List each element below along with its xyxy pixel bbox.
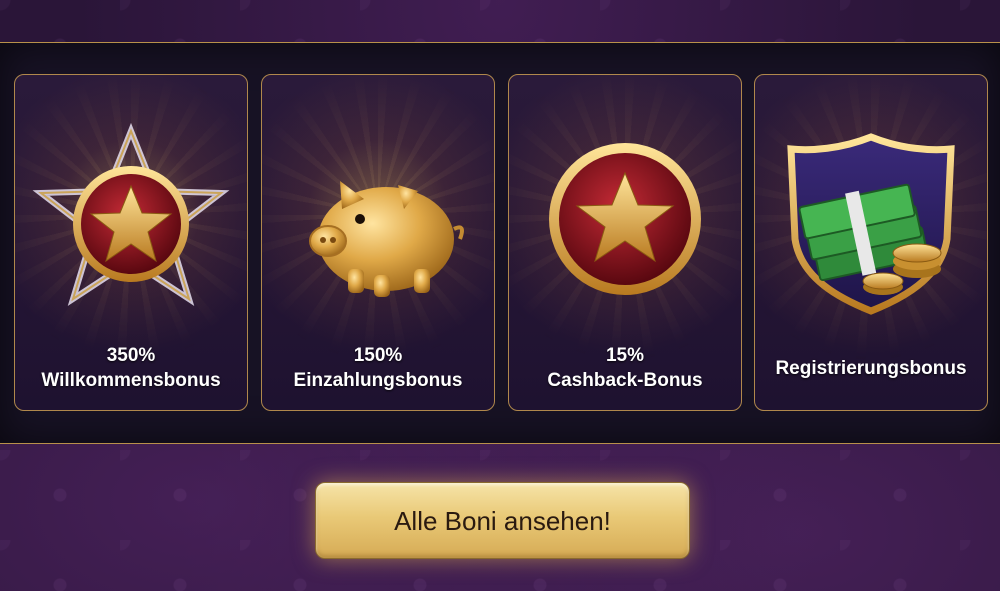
bonus-label: 15% Cashback-Bonus	[509, 343, 741, 393]
bonus-card-cashback[interactable]: 15% Cashback-Bonus	[508, 74, 742, 411]
bonus-amount: 350%	[106, 345, 156, 366]
bonus-amount: 150%	[353, 345, 403, 366]
bonus-amount: 15%	[605, 345, 645, 366]
star-coin-icon	[549, 143, 701, 295]
view-all-bonuses-button[interactable]: Alle Boni ansehen!	[315, 482, 690, 559]
bonus-card-welcome[interactable]: 350% Willkommensbonus	[14, 74, 248, 411]
bonus-name: Einzahlungsbonus	[293, 370, 463, 391]
bonus-name: Willkommensbonus	[41, 370, 221, 391]
bonus-name: Cashback-Bonus	[547, 370, 703, 391]
bonus-card-deposit[interactable]: 150% Einzahlungsbonus	[261, 74, 495, 411]
star-emblem-icon	[32, 122, 230, 307]
bonus-card-registration[interactable]: Registrierungsbonus	[754, 74, 988, 411]
money-shield-icon	[787, 133, 955, 315]
bonus-name: Registrierungsbonus	[775, 358, 967, 379]
piggy-bank-icon	[309, 181, 464, 297]
bonus-label: 150% Einzahlungsbonus	[262, 343, 494, 393]
bonus-label: 350% Willkommensbonus	[15, 343, 247, 393]
bonus-label: Registrierungsbonus	[755, 356, 987, 381]
